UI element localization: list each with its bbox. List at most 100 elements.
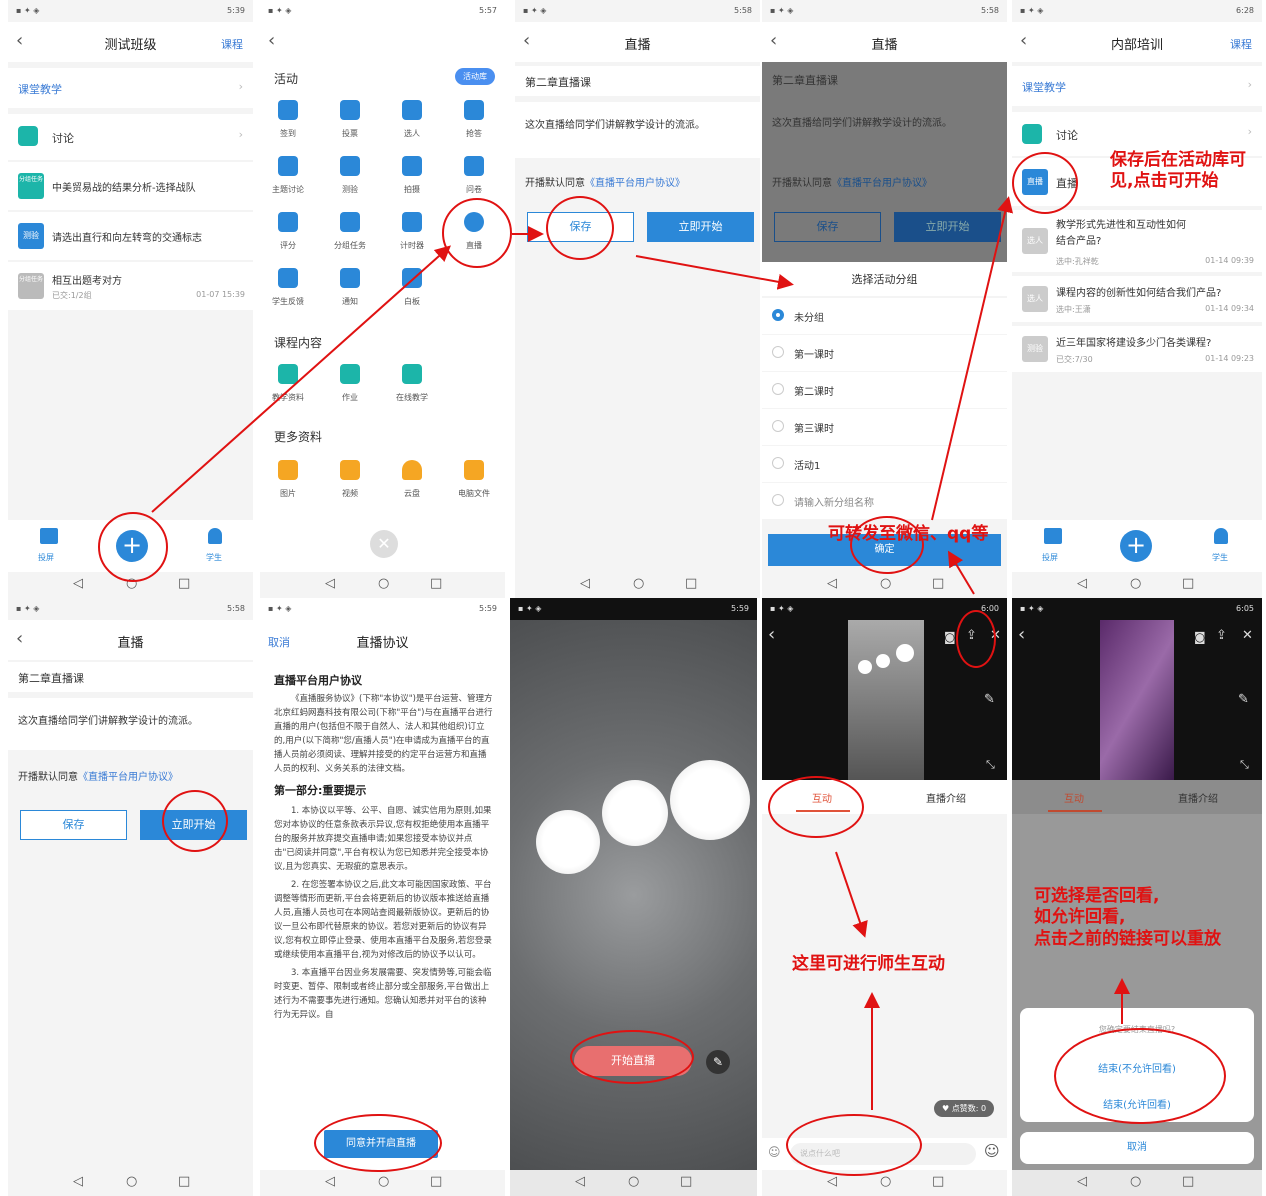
- camera-feed: [510, 620, 757, 1170]
- highlight-circle: [956, 610, 996, 668]
- timer-icon[interactable]: [402, 212, 422, 232]
- panel-live-interaction: ▪ ✦ ◈ 6:00 ‹ ◙ ⇪ ✕ ✎ ⤡ 互动 直播介绍 ♥ 点赞数: 0 ☺…: [762, 598, 1007, 1196]
- notice-icon[interactable]: [340, 268, 360, 288]
- beauty-icon[interactable]: ✎: [706, 1050, 730, 1074]
- title-bar: ‹ 直播: [762, 22, 1007, 62]
- list-item[interactable]: 测验 请选出直行和向左转弯的交通标志: [8, 212, 253, 260]
- camera-icon[interactable]: ◙: [1194, 630, 1206, 644]
- cast-icon[interactable]: [40, 528, 58, 544]
- back-icon[interactable]: ‹: [768, 624, 775, 645]
- survey-icon[interactable]: [464, 156, 484, 176]
- cast-icon[interactable]: [1044, 528, 1062, 544]
- video-icon[interactable]: [340, 460, 360, 480]
- system-nav: ◁ ○ □: [762, 572, 1007, 598]
- back-icon[interactable]: ‹: [1018, 624, 1025, 645]
- chevron-right-icon: ›: [1247, 125, 1252, 138]
- light-bulb: [536, 810, 600, 874]
- feedback-icon[interactable]: [278, 268, 298, 288]
- emoji-icon[interactable]: ☺: [768, 1145, 781, 1159]
- status-bar: ▪ ✦ ◈ 6:05: [1012, 598, 1262, 620]
- group-task-icon[interactable]: [340, 212, 360, 232]
- section-row[interactable]: 课堂教学 ›: [1012, 66, 1262, 106]
- group-option[interactable]: 第一课时: [762, 335, 1007, 371]
- pick-person-icon[interactable]: [402, 100, 422, 120]
- fullscreen-icon[interactable]: ⤡: [986, 758, 995, 772]
- activity-label: 白板: [404, 297, 420, 306]
- fullscreen-icon[interactable]: ⤡: [1240, 758, 1249, 772]
- smile-icon[interactable]: ☺: [984, 1142, 1000, 1160]
- status-bar: ▪ ✦ ◈ 5:57: [268, 6, 497, 15]
- tab-live-intro[interactable]: 直播介绍: [926, 790, 966, 805]
- radio-icon: [772, 420, 784, 432]
- highlight-circle: [162, 790, 228, 852]
- group-option[interactable]: 第二课时: [762, 372, 1007, 408]
- content-label: 在线教学: [396, 393, 428, 402]
- group-option[interactable]: 未分组: [762, 298, 1007, 334]
- chevron-right-icon: ›: [1247, 78, 1252, 91]
- section-row[interactable]: 课堂教学 ›: [8, 68, 253, 108]
- group-option[interactable]: 请输入新分组名称: [762, 483, 1007, 519]
- close-icon[interactable]: ✕: [1242, 628, 1253, 643]
- status-bar: ▪ ✦ ◈ 5:58: [770, 6, 999, 15]
- save-button[interactable]: 保存: [20, 810, 127, 840]
- start-now-button[interactable]: 立即开始: [647, 212, 754, 242]
- more-label: 图片: [280, 489, 296, 498]
- share-icon[interactable]: ⇪: [1216, 628, 1227, 643]
- agreement-link[interactable]: 《直播平台用户协议》: [78, 772, 178, 783]
- tab-live-intro[interactable]: 直播介绍: [1178, 790, 1218, 805]
- list-item[interactable]: 讨论 ›: [8, 114, 253, 160]
- beauty-icon[interactable]: ✎: [984, 692, 995, 707]
- student-icon[interactable]: [208, 528, 222, 544]
- vote-icon[interactable]: [340, 100, 360, 120]
- highlight-circle: [786, 1114, 922, 1176]
- content-label: 教学资料: [272, 393, 304, 402]
- list-item[interactable]: 分组任务 中美贸易战的结果分析-选择战队: [8, 162, 253, 210]
- check-in-icon[interactable]: [278, 100, 298, 120]
- highlight-circle: [314, 1114, 442, 1172]
- status-bar: ▪ ✦ ◈ 5:59: [510, 598, 757, 620]
- activity-label: 学生反馈: [272, 297, 304, 306]
- camera-icon[interactable]: ◙: [944, 630, 956, 644]
- cloud-icon[interactable]: [402, 460, 422, 480]
- highlight-circle: [768, 776, 864, 838]
- group-option[interactable]: 第三课时: [762, 409, 1007, 445]
- whiteboard-icon[interactable]: [402, 268, 422, 288]
- agreement-link[interactable]: 《直播平台用户协议》: [585, 178, 685, 189]
- course-link[interactable]: 课程: [221, 36, 243, 52]
- quiz-icon[interactable]: [340, 156, 360, 176]
- close-icon[interactable]: ✕: [370, 530, 398, 558]
- cancel-button[interactable]: 取消: [1020, 1132, 1254, 1164]
- homework-icon[interactable]: [340, 364, 360, 384]
- list-item[interactable]: 选人 教学形式先进性和互动性如何结合产品? 选中:孔祥乾 01-14 09:39: [1012, 210, 1262, 272]
- list-item[interactable]: 选人 课程内容的创新性如何结合我们产品? 选中:王潇 01-14 09:34: [1012, 276, 1262, 322]
- activity-library-badge[interactable]: 活动库: [455, 68, 495, 85]
- system-nav: ◁ ○ □: [260, 572, 505, 598]
- online-teaching-icon[interactable]: [402, 364, 422, 384]
- highlight-circle: [98, 512, 168, 582]
- title-bar: ‹ 直播: [515, 22, 760, 62]
- list-item[interactable]: 测验 近三年国家将建设多少门各类课程? 已交:7/30 01-14 09:23: [1012, 326, 1262, 372]
- radio-icon: [772, 494, 784, 506]
- student-icon[interactable]: [1214, 528, 1228, 544]
- group-label: 请输入新分组名称: [794, 498, 874, 509]
- materials-icon[interactable]: [278, 364, 298, 384]
- activity-label: 投票: [342, 129, 358, 138]
- group-option[interactable]: 活动1: [762, 446, 1007, 482]
- back-icon[interactable]: ‹: [268, 30, 275, 51]
- activity-label: 评分: [280, 241, 296, 250]
- tab-interaction[interactable]: 互动: [1064, 790, 1084, 805]
- discussion-icon[interactable]: [278, 156, 298, 176]
- course-link[interactable]: 课程: [1230, 36, 1252, 52]
- computer-file-icon[interactable]: [464, 460, 484, 480]
- activity-label: 主题讨论: [272, 185, 304, 194]
- rating-icon[interactable]: [278, 212, 298, 232]
- beauty-icon[interactable]: ✎: [1238, 692, 1249, 707]
- image-icon[interactable]: [278, 460, 298, 480]
- quick-answer-icon[interactable]: [464, 100, 484, 120]
- list-item[interactable]: 分组任务 相互出题考对方 已交:1/2组 01-07 15:39: [8, 262, 253, 310]
- photo-icon[interactable]: [402, 156, 422, 176]
- add-button[interactable]: +: [1120, 530, 1152, 562]
- page-title: 测试班级: [104, 38, 157, 53]
- group-label: 第三课时: [794, 424, 834, 435]
- panel-activity-library: ▪ ✦ ◈ 5:57 ‹ 活动 活动库 签到 投票 选人 抢答 主题讨论 测验 拍摄 问卷 评分分…: [260, 0, 505, 598]
